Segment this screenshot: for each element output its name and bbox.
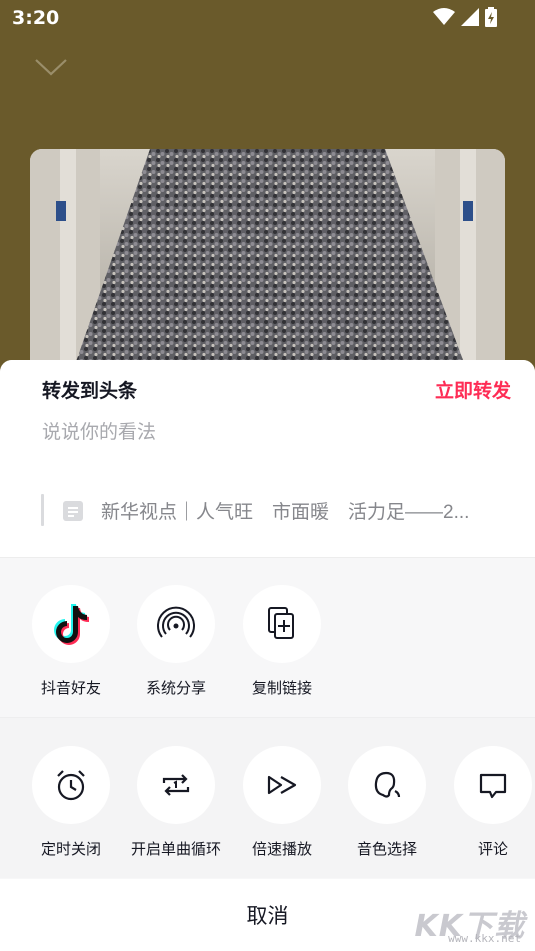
timer-off-button[interactable]: 定时关闭	[21, 746, 121, 859]
quote-divider	[41, 494, 44, 526]
share-system-label: 系统分享	[145, 680, 206, 697]
battery-icon	[485, 7, 497, 27]
collapse-chevron-icon[interactable]	[33, 56, 69, 78]
status-bar: 3:20	[0, 0, 535, 36]
watermark-url: www.kkx.net	[448, 932, 521, 945]
copy-link-icon	[268, 607, 294, 639]
status-time: 3:20	[12, 7, 60, 29]
copy-link-button[interactable]: 复制链接	[232, 585, 332, 698]
douyin-logo-icon	[54, 604, 89, 645]
wifi-icon	[433, 8, 455, 25]
site-watermark: KK下载 www.kkx.net	[405, 901, 525, 945]
voice-timbre-icon	[374, 771, 401, 798]
player-options-row: 定时关闭 开启单曲循环 倍速播放 音色选择 评论	[0, 718, 535, 878]
repost-panel: 转发到头条 立即转发 新华视点｜人气旺 市面暖 活力足——2...	[0, 360, 535, 558]
comment-button[interactable]: 评论	[443, 746, 535, 859]
cover-image	[30, 149, 505, 379]
voice-timbre-label: 音色选择	[356, 841, 417, 858]
repost-title: 转发到头条	[42, 381, 138, 402]
share-system[interactable]: 系统分享	[126, 585, 226, 698]
timer-off-label: 定时关闭	[40, 841, 101, 858]
repost-now-button[interactable]: 立即转发	[435, 376, 511, 403]
document-icon	[63, 501, 83, 521]
speed-play-icon	[267, 775, 297, 795]
repeat-one-icon	[162, 774, 190, 796]
signal-icon	[461, 8, 479, 26]
status-icons	[433, 7, 497, 27]
comment-label: 评论	[477, 841, 508, 858]
share-row: 抖音好友 系统分享 复制链接	[0, 558, 535, 718]
repeat-one-button[interactable]: 开启单曲循环	[126, 746, 226, 859]
share-sheet: 转发到头条 立即转发 新华视点｜人气旺 市面暖 活力足——2... 抖音好友	[0, 360, 535, 951]
quoted-article-title: 新华视点｜人气旺 市面暖 活力足——2...	[101, 502, 470, 523]
playback-speed-label: 倍速播放	[251, 841, 312, 858]
copy-link-label: 复制链接	[251, 680, 312, 697]
comment-input[interactable]	[42, 418, 502, 448]
repeat-one-label: 开启单曲循环	[130, 841, 221, 858]
share-douyin-friends-label: 抖音好友	[40, 680, 101, 697]
comment-icon	[479, 773, 507, 799]
broadcast-icon	[157, 606, 195, 638]
share-douyin-friends[interactable]: 抖音好友	[21, 585, 121, 698]
voice-timbre-button[interactable]: 音色选择	[337, 746, 437, 859]
alarm-clock-icon	[57, 770, 85, 801]
playback-speed-button[interactable]: 倍速播放	[232, 746, 332, 859]
